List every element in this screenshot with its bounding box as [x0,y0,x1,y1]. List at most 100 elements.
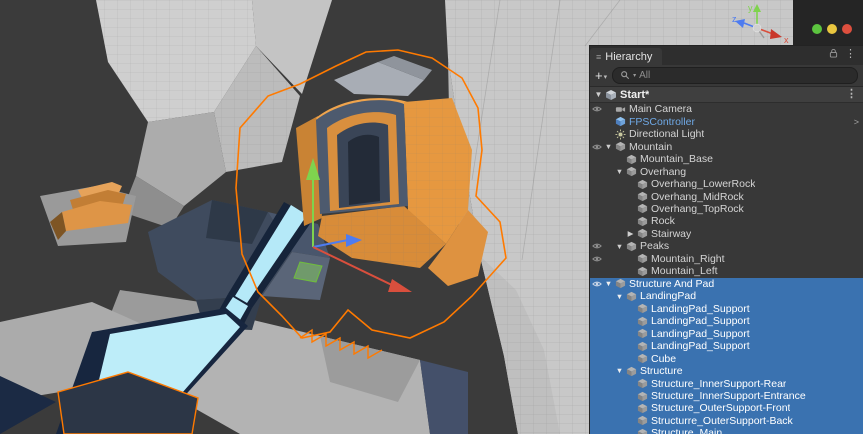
cube-icon [636,303,649,314]
hierarchy-row[interactable]: Cube [590,352,863,364]
foldout-icon[interactable]: ▼ [603,143,614,151]
axis-label-y: y [748,3,753,13]
hierarchy-panel: ≡ Hierarchy ⋮ + ▾ [589,45,863,434]
foldout-icon[interactable]: ▼ [593,91,604,99]
hierarchy-row[interactable]: Directional Light [590,128,863,140]
scene-header-row[interactable]: ▼ Start* ⋮ [590,87,863,103]
window-titlebar-corner [793,0,863,46]
prefab-cube-icon [614,116,627,127]
axis-label-z: z [732,14,737,24]
cube-icon [625,241,638,252]
object-label: Rock [651,215,675,227]
indent-spacer [603,333,625,334]
cube-icon [636,316,649,327]
lock-icon[interactable] [829,45,838,63]
hierarchy-row[interactable]: ▼ Overhang [590,165,863,177]
tab-title: Hierarchy [605,51,652,63]
scene-asset-icon [604,89,618,101]
object-label: Structure_OuterSupport-Front [651,402,790,414]
foldout-icon[interactable]: ▼ [614,367,625,375]
indent-spacer [603,221,625,222]
visibility-toggle-icon[interactable] [590,241,603,251]
search-filter-caret-icon[interactable]: ▾ [633,72,636,79]
cube-icon [636,191,649,202]
axis-label-x: x [784,35,789,45]
object-label: Overhang_MidRock [651,191,744,203]
object-label: LandingPad_Support [651,328,750,340]
search-input[interactable] [639,70,850,81]
hierarchy-tab-icon: ≡ [596,53,601,62]
cube-icon [636,179,649,190]
indent-spacer [603,308,625,309]
visibility-toggle-icon[interactable] [590,279,603,289]
panel-menu-button[interactable]: ⋮ [845,49,856,60]
foldout-icon[interactable]: ▼ [603,280,614,288]
hierarchy-row[interactable]: Structurre_OuterSupport-Back [590,415,863,427]
hierarchy-row[interactable]: LandingPad_Support [590,303,863,315]
window-button-red[interactable] [842,24,852,34]
hierarchy-row[interactable]: LandingPad_Support [590,340,863,352]
indent-spacer [603,321,625,322]
hierarchy-row[interactable]: Structure_InnerSupport-Entrance [590,390,863,402]
camera-icon [614,104,627,115]
hierarchy-row[interactable]: Overhang_MidRock [590,190,863,202]
hierarchy-row[interactable]: ▼Structure [590,365,863,377]
hierarchy-toolbar: + ▾ ▾ [590,65,863,87]
object-label: Structure_Main [651,427,722,434]
prefab-open-chevron[interactable]: > [854,117,859,127]
hierarchy-row[interactable]: Structure_Main [590,427,863,434]
hierarchy-row[interactable]: Main Camera [590,103,863,115]
visibility-toggle-icon[interactable] [590,104,603,114]
window-buttons [812,24,852,34]
window-button-yellow[interactable] [827,24,837,34]
light-icon [614,129,627,140]
visibility-toggle-icon[interactable] [590,142,603,152]
hierarchy-row[interactable]: Structure_OuterSupport-Front [590,402,863,414]
cube-icon [636,391,649,402]
hierarchy-row[interactable]: Mountain_Left [590,265,863,277]
cube-icon [625,166,638,177]
object-label: Overhang [640,166,686,178]
object-label: FPSController [629,116,695,128]
object-label: Mountain_Right [651,253,725,265]
hierarchy-row[interactable]: Structure_InnerSupport-Rear [590,377,863,389]
hierarchy-row[interactable]: Overhang_TopRock [590,203,863,215]
indent-spacer [603,171,614,172]
visibility-toggle-icon[interactable] [590,254,603,264]
scene-options-button[interactable]: ⋮ [846,89,863,100]
hierarchy-row[interactable]: ▼Peaks [590,240,863,252]
create-add-button[interactable]: + ▾ [595,69,607,82]
object-label: Overhang_LowerRock [651,178,755,190]
foldout-icon[interactable]: ▶ [625,230,636,238]
hierarchy-row[interactable]: ▼LandingPad [590,290,863,302]
object-label: Main Camera [629,103,692,115]
object-label: Structure_InnerSupport-Entrance [651,390,806,402]
hierarchy-row[interactable]: LandingPad_Support [590,327,863,339]
hierarchy-row[interactable]: LandingPad_Support [590,315,863,327]
cube-icon [636,228,649,239]
search-box[interactable]: ▾ [612,67,858,84]
hierarchy-row[interactable]: ▼ Structure And Pad [590,278,863,290]
hierarchy-row[interactable]: Mountain_Base [590,153,863,165]
object-label: LandingPad_Support [651,315,750,327]
hierarchy-row[interactable]: ▶Stairway [590,228,863,240]
hierarchy-row[interactable]: Rock [590,215,863,227]
hierarchy-row[interactable]: FPSController > [590,115,863,127]
object-label: Cube [651,353,676,365]
window-button-green[interactable] [812,24,822,34]
cube-icon [636,203,649,214]
tab-hierarchy[interactable]: ≡ Hierarchy [590,48,662,65]
indent-spacer [603,233,625,234]
object-label: Structure And Pad [629,278,714,290]
foldout-icon[interactable]: ▼ [614,243,625,251]
foldout-icon[interactable]: ▼ [614,293,625,301]
hierarchy-row[interactable]: Mountain_Right [590,253,863,265]
hierarchy-row[interactable]: Overhang_LowerRock [590,178,863,190]
cube-icon [636,428,649,434]
object-label: Mountain_Left [651,265,718,277]
foldout-icon[interactable]: ▼ [614,168,625,176]
scene-name: Start* [620,89,649,101]
indent-spacer [603,258,625,259]
hierarchy-row[interactable]: ▼Mountain [590,140,863,152]
object-label: Directional Light [629,128,704,140]
